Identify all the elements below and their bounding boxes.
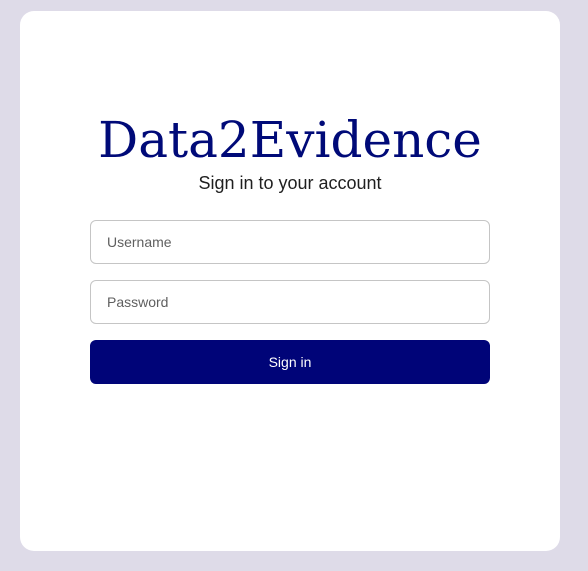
username-input[interactable] <box>90 220 490 264</box>
login-card: Data2Evidence Sign in to your account Si… <box>20 11 560 551</box>
signin-button[interactable]: Sign in <box>90 340 490 384</box>
password-input[interactable] <box>90 280 490 324</box>
brand-logo-text: Data2Evidence <box>98 111 482 169</box>
signin-heading: Sign in to your account <box>198 173 382 193</box>
